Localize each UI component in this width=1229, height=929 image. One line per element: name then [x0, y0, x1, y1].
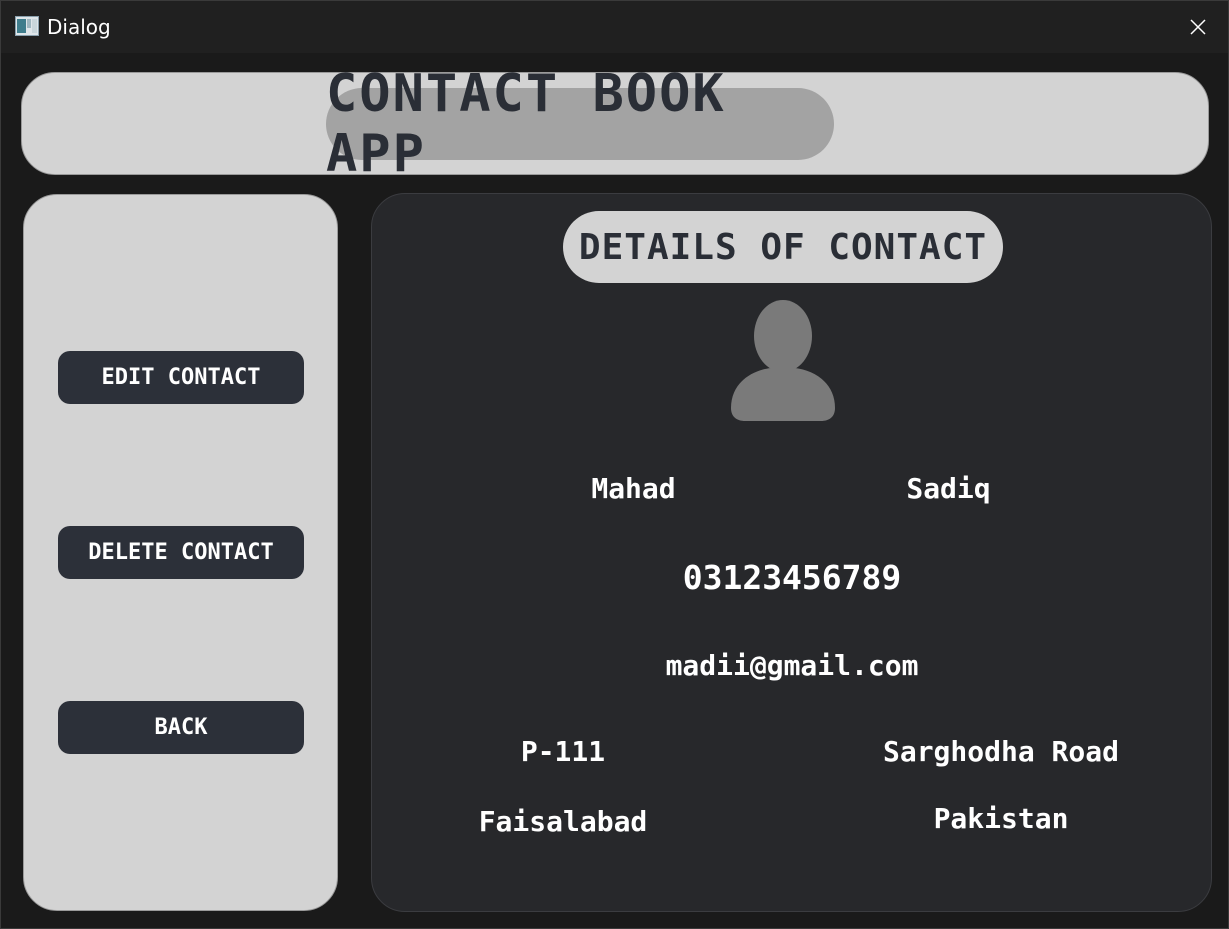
app-icon [15, 16, 39, 36]
house-number: P-111 [520, 735, 606, 768]
app-title: CONTACT BOOK APP [326, 64, 834, 184]
contact-details-panel: DETAILS OF CONTACT Mahad Sadiq 031234567… [371, 193, 1212, 912]
dialog-window: Dialog CONTACT BOOK APP EDIT CONTACT DEL… [0, 0, 1229, 929]
user-avatar-icon [731, 300, 835, 421]
window-title: Dialog [47, 15, 111, 39]
last-name: Sadiq [906, 472, 991, 505]
title-bar: Dialog [1, 1, 1228, 53]
email-address: madii@gmail.com [665, 649, 919, 682]
delete-contact-button[interactable]: DELETE CONTACT [58, 526, 304, 579]
city: Faisalabad [478, 805, 648, 838]
country: Pakistan [933, 802, 1069, 835]
edit-contact-button[interactable]: EDIT CONTACT [58, 351, 304, 404]
street-address: Sarghodha Road [882, 735, 1119, 768]
first-name: Mahad [591, 472, 676, 505]
details-title: DETAILS OF CONTACT [563, 211, 1003, 283]
header-panel: CONTACT BOOK APP [21, 64, 1209, 184]
sidebar: EDIT CONTACT DELETE CONTACT BACK [23, 194, 338, 911]
close-button[interactable] [1168, 1, 1228, 53]
phone-number: 03123456789 [682, 558, 902, 597]
close-icon [1190, 19, 1206, 35]
back-button[interactable]: BACK [58, 701, 304, 754]
